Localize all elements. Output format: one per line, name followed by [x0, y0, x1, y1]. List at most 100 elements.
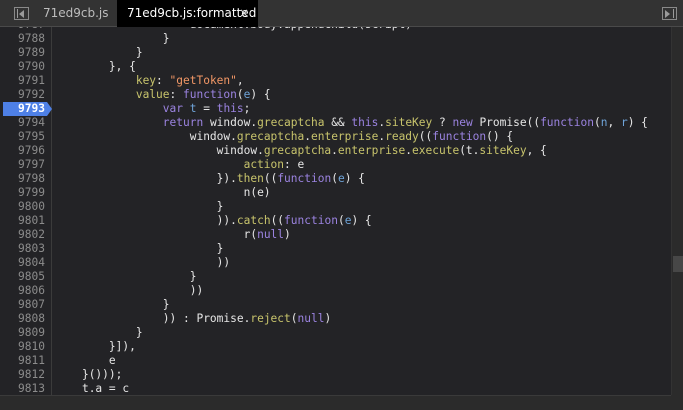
code-line[interactable]: 9812 }())); — [0, 368, 671, 382]
line-number[interactable]: 9802 — [0, 228, 49, 242]
token-punct: )). — [216, 214, 237, 227]
code-line[interactable]: 9804 )) — [0, 256, 671, 270]
token-punct: } — [216, 200, 224, 213]
line-number[interactable]: 9791 — [0, 74, 49, 88]
code-line[interactable]: 9803 } — [0, 242, 671, 256]
line-number[interactable]: 9805 — [0, 270, 49, 284]
line-number[interactable]: 9789 — [0, 46, 49, 60]
code-line[interactable]: 9810 }]), — [0, 340, 671, 354]
line-number[interactable]: 9792 — [0, 88, 49, 102]
token-variable: e — [337, 172, 345, 185]
code-text: }())); — [55, 368, 122, 382]
token-punct: . — [331, 144, 338, 157]
line-number[interactable]: 9800 — [0, 200, 49, 214]
code-text: } — [55, 32, 170, 46]
token-punct: }())); — [81, 368, 123, 381]
line-number[interactable]: 9798 — [0, 172, 49, 186]
vertical-scrollbar[interactable] — [671, 27, 683, 395]
line-number[interactable]: 9808 — [0, 312, 49, 326]
code-text: e — [55, 354, 116, 368]
code-line[interactable]: 9792 value: function(e) { — [0, 88, 671, 102]
line-number[interactable]: 9788 — [0, 32, 49, 46]
code-text: }, { — [55, 60, 136, 74]
code-line[interactable]: 9788 } — [0, 32, 671, 46]
token-punct: r( — [243, 228, 258, 241]
line-number[interactable]: 9801 — [0, 214, 49, 228]
token-punct: )) : Promise. — [162, 312, 251, 325]
code-line[interactable]: 9809 } — [0, 326, 671, 340]
code-line[interactable]: 9799 n(e) — [0, 186, 671, 200]
line-number[interactable]: 9799 — [0, 186, 49, 200]
code-text: )) — [55, 256, 230, 270]
code-line[interactable]: 9796 window.grecaptcha.enterprise.execut… — [0, 144, 671, 158]
code-text: )).catch((function(e) { — [55, 214, 372, 228]
code-line[interactable]: 9806 )) — [0, 284, 671, 298]
line-number[interactable]: 9794 — [0, 116, 49, 130]
token-keyword: function — [540, 116, 594, 129]
code-text: }]), — [55, 340, 136, 354]
token-punct: }]), — [108, 340, 136, 353]
code-line[interactable]: 9793 var t = this; — [0, 102, 671, 116]
line-number[interactable]: 9811 — [0, 354, 49, 368]
token-punct: = — [196, 102, 217, 115]
code-line[interactable]: 9801 )).catch((function(e) { — [0, 214, 671, 228]
token-keyword: function — [183, 88, 237, 101]
token-punct: ( — [593, 116, 601, 129]
line-number[interactable]: 9796 — [0, 144, 49, 158]
code-line[interactable]: 9813 t.a = c — [0, 382, 671, 395]
line-number[interactable]: 9807 — [0, 298, 49, 312]
code-line[interactable]: 9798 }).then((function(e) { — [0, 172, 671, 186]
code-line[interactable]: 9797 action: e — [0, 158, 671, 172]
scrollbar-thumb[interactable] — [673, 255, 683, 272]
code-line[interactable]: 9794 return window.grecaptcha && this.si… — [0, 116, 671, 130]
token-punct: }). — [216, 172, 237, 185]
code-line[interactable]: 9790 }, { — [0, 60, 671, 74]
line-number[interactable]: 9795 — [0, 130, 49, 144]
token-punct: . — [304, 130, 311, 143]
token-punct: } — [189, 270, 197, 283]
line-number[interactable]: 9810 — [0, 340, 49, 354]
line-number[interactable]: 9797 — [0, 158, 49, 172]
code-line[interactable]: 9791 key: "getToken", — [0, 74, 671, 88]
token-punct: window. — [216, 144, 264, 157]
token-property: then — [236, 172, 264, 185]
code-text: action: e — [55, 158, 305, 172]
token-punct: (( — [263, 172, 278, 185]
horizontal-scrollbar[interactable] — [0, 395, 671, 410]
code-line[interactable]: 9811 e — [0, 354, 671, 368]
code-line[interactable]: 9789 } — [0, 46, 671, 60]
token-variable: r — [620, 116, 628, 129]
line-number[interactable]: 9803 — [0, 242, 49, 256]
token-punct: ( — [337, 214, 345, 227]
token-punct: )) — [189, 284, 204, 297]
line-number[interactable]: 9809 — [0, 326, 49, 340]
line-number[interactable]: 9806 — [0, 284, 49, 298]
code-line[interactable]: 9805 } — [0, 270, 671, 284]
token-keyword: var — [162, 102, 190, 115]
code-line[interactable]: 9800 } — [0, 200, 671, 214]
toggle-debugger-button[interactable] — [662, 7, 677, 20]
token-keyword: null — [297, 312, 325, 325]
token-property: grecaptcha — [236, 130, 305, 143]
code-text: key: "getToken", — [55, 74, 244, 88]
code-line[interactable]: 9795 window.grecaptcha.enterprise.ready(… — [0, 130, 671, 144]
close-icon[interactable]: × — [239, 0, 249, 27]
triangle-left-icon — [19, 10, 24, 18]
token-property: ready — [385, 130, 419, 143]
line-number[interactable]: 9790 — [0, 60, 49, 74]
toggle-navigator-button[interactable] — [14, 7, 29, 20]
tab-source-file[interactable]: 71ed9cb.js — [33, 0, 119, 27]
token-property: execute — [412, 144, 460, 157]
code-line[interactable]: 9808 )) : Promise.reject(null) — [0, 312, 671, 326]
code-line[interactable]: 9807 } — [0, 298, 671, 312]
code-line[interactable]: 9802 r(null) — [0, 228, 671, 242]
token-keyword: new — [452, 116, 480, 129]
tab-formatted-file[interactable]: 71ed9cb.js:formatted × — [117, 0, 258, 27]
token-property: siteKey — [479, 144, 527, 157]
line-number[interactable]: 9813 — [0, 382, 49, 395]
token-keyword: function — [432, 130, 487, 143]
code-editor[interactable]: 9787 document.body.appendChild(script)97… — [0, 27, 671, 395]
breakpoint-line-number[interactable]: 9793 — [3, 102, 52, 116]
line-number[interactable]: 9812 — [0, 368, 49, 382]
line-number[interactable]: 9804 — [0, 256, 49, 270]
